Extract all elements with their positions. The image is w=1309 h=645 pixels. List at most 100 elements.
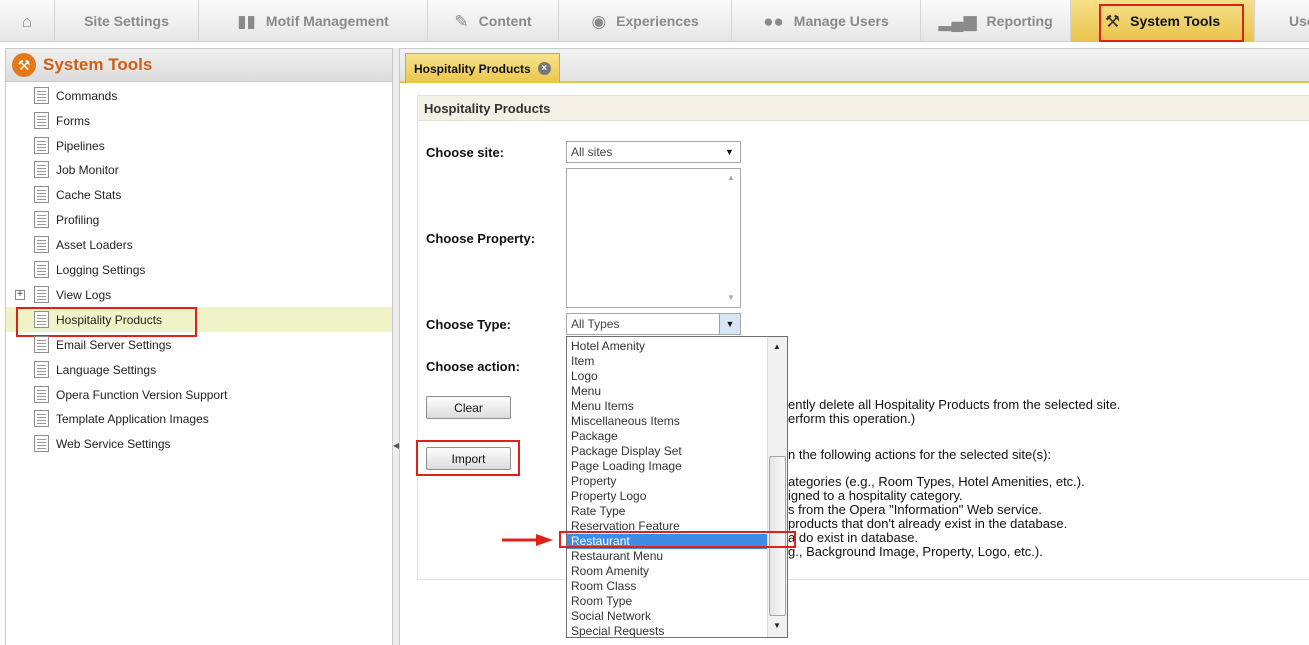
home-icon: ⌂ <box>21 11 33 31</box>
tree-item-label: View Logs <box>56 288 112 302</box>
import-description-line: n the following actions for the selected… <box>788 447 1052 462</box>
import-description-line: g., Background Image, Property, Logo, et… <box>788 544 1043 559</box>
nav-tab-content[interactable]: ✎ Content <box>428 0 559 42</box>
scroll-up-icon[interactable]: ▲ <box>773 342 781 351</box>
dropdown-option[interactable]: Package <box>567 429 767 444</box>
choose-action-label: Choose action: <box>426 359 520 374</box>
tree-item-label: Logging Settings <box>56 263 146 277</box>
import-description-line: igned to a hospitality category. <box>788 488 963 503</box>
tree-item-email-server-settings[interactable]: Email Server Settings <box>6 332 392 357</box>
scroll-down-icon[interactable]: ▼ <box>773 621 781 630</box>
tab-hospitality-products[interactable]: Hospitality Products × <box>405 53 560 83</box>
tree-item-label: Profiling <box>56 213 100 227</box>
document-icon <box>34 87 49 104</box>
tree-item-logging-settings[interactable]: Logging Settings <box>6 257 392 282</box>
tools-icon: ⚒ <box>1104 11 1121 31</box>
document-icon <box>34 361 49 378</box>
tree-item-label: Web Service Settings <box>56 437 171 451</box>
type-select-value: All Types <box>571 317 620 331</box>
tree-item-view-logs[interactable]: + View Logs <box>6 282 392 307</box>
dropdown-option[interactable]: Menu <box>567 384 767 399</box>
expand-plus-icon[interactable]: + <box>15 290 25 300</box>
tree-item-asset-loaders[interactable]: Asset Loaders <box>6 232 392 257</box>
dropdown-option[interactable]: Room Class <box>567 579 767 594</box>
choose-property-label: Choose Property: <box>426 231 536 246</box>
import-button[interactable]: Import <box>426 447 511 470</box>
tree-item-opera-function-version-support[interactable]: Opera Function Version Support <box>6 382 392 407</box>
dropdown-option[interactable]: Room Amenity <box>567 564 767 579</box>
tree-item-job-monitor[interactable]: Job Monitor <box>6 157 392 182</box>
scroll-up-icon[interactable]: ▲ <box>727 173 735 182</box>
nav-tab-label: Content <box>478 13 532 29</box>
scroll-down-icon[interactable]: ▼ <box>727 293 735 302</box>
dropdown-option[interactable]: Item <box>567 354 767 369</box>
dropdown-option[interactable]: Miscellaneous Items <box>567 414 767 429</box>
tree-item-profiling[interactable]: Profiling <box>6 207 392 232</box>
nav-tab-experiences[interactable]: ◉ Experiences <box>559 0 732 42</box>
tree-item-web-service-settings[interactable]: Web Service Settings <box>6 431 392 456</box>
dropdown-option[interactable]: Room Type <box>567 594 767 609</box>
choose-site-label: Choose site: <box>426 145 505 160</box>
nav-tab-label: Use <box>1289 13 1309 29</box>
dropdown-option[interactable]: Page Loading Image <box>567 459 767 474</box>
document-icon <box>34 186 49 203</box>
nav-tab-site-settings[interactable]: Site Settings <box>55 0 199 42</box>
tree-item-label: Asset Loaders <box>56 238 133 252</box>
nav-tab-reporting[interactable]: ▂▄▆ Reporting <box>921 0 1071 42</box>
site-select[interactable]: All sites ▼ <box>566 141 741 163</box>
tree-item-label: Cache Stats <box>56 188 122 202</box>
tree-item-cache-stats[interactable]: Cache Stats <box>6 182 392 207</box>
dropdown-option[interactable]: Special Requests <box>567 624 767 637</box>
nav-tab-manage-users[interactable]: ●● Manage Users <box>732 0 921 42</box>
dropdown-option[interactable]: Property Logo <box>567 489 767 504</box>
bar-chart-icon: ▂▄▆ <box>938 11 977 31</box>
tree-item-label: Forms <box>56 114 90 128</box>
nav-tab-home[interactable]: ⌂ <box>0 0 55 42</box>
property-list-scrollbar[interactable]: ▲ ▼ <box>723 169 740 307</box>
tree-item-language-settings[interactable]: Language Settings <box>6 357 392 382</box>
dropdown-option[interactable]: Menu Items <box>567 399 767 414</box>
document-icon <box>34 112 49 129</box>
tree-item-label: Template Application Images <box>56 412 209 426</box>
nav-tab-motif-management[interactable]: ▮▮ Motif Management <box>199 0 428 42</box>
dropdown-option[interactable]: Logo <box>567 369 767 384</box>
tree-item-forms[interactable]: Forms <box>6 108 392 133</box>
globe-icon: ◉ <box>591 11 607 31</box>
panel-title: System Tools <box>43 55 153 74</box>
dropdown-option[interactable]: Restaurant Menu <box>567 549 767 564</box>
red-arrow-icon <box>502 534 553 546</box>
tab-label: Hospitality Products <box>414 61 531 76</box>
dropdown-option[interactable]: Social Network <box>567 609 767 624</box>
clear-button[interactable]: Clear <box>426 396 511 419</box>
property-listbox[interactable]: ▲ ▼ <box>566 168 741 308</box>
site-select-value: All sites <box>571 145 613 159</box>
tree-item-pipelines[interactable]: Pipelines <box>6 133 392 158</box>
tree-item-label: Pipelines <box>56 139 105 153</box>
tree-item-commands[interactable]: Commands <box>6 83 392 108</box>
nav-tab-users-truncated[interactable]: Use <box>1255 0 1309 42</box>
tree-item-label: Commands <box>56 89 118 103</box>
type-select[interactable]: All Types ▼ <box>566 313 741 335</box>
dropdown-option[interactable]: Rate Type <box>567 504 767 519</box>
tree-item-label: Email Server Settings <box>56 338 172 352</box>
document-icon <box>34 410 49 427</box>
nav-tab-system-tools[interactable]: ⚒ System Tools <box>1071 0 1255 42</box>
close-tab-icon[interactable]: × <box>537 62 551 75</box>
dropdown-option[interactable]: Package Display Set <box>567 444 767 459</box>
arrow-head <box>536 534 553 546</box>
choose-type-label: Choose Type: <box>426 317 511 332</box>
type-dropdown-list[interactable]: Hotel Amenity Item Logo Menu Menu Items … <box>566 336 788 638</box>
import-description-line: products that don't already exist in the… <box>788 516 1068 531</box>
tools-icon: ⚒ <box>12 53 36 77</box>
tree-item-template-application-images[interactable]: Template Application Images <box>6 406 392 431</box>
tree-item-label: Hospitality Products <box>56 313 163 327</box>
dropdown-option[interactable]: Hotel Amenity <box>567 339 767 354</box>
tree-item-hospitality-products[interactable]: Hospitality Products <box>6 307 392 337</box>
dropdown-option[interactable]: Property <box>567 474 767 489</box>
top-navigation: ⌂ Site Settings ▮▮ Motif Management ✎ Co… <box>0 0 1309 42</box>
chevron-down-icon[interactable]: ▼ <box>719 314 740 334</box>
document-icon <box>34 286 49 303</box>
dropdown-scrollbar[interactable]: ▲ ▼ <box>767 337 787 637</box>
section-title: Hospitality Products <box>418 96 1309 121</box>
content-tab-bar: Hospitality Products × <box>400 49 1309 83</box>
